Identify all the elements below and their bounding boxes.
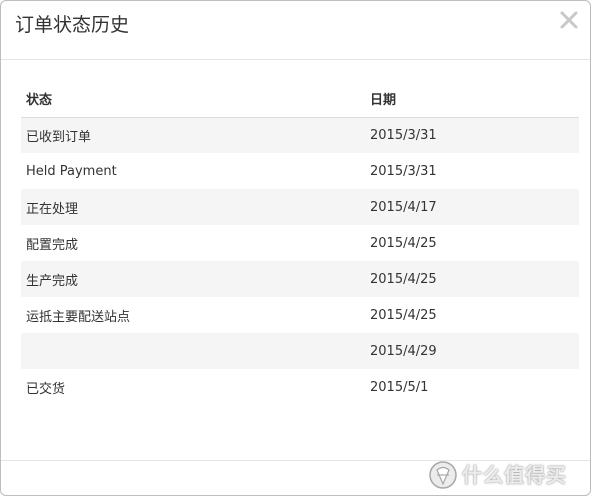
status-cell: Held Payment [26,163,117,179]
table-row: 生产完成 2015/4/25 [21,261,579,297]
table-row: 2015/4/29 [21,333,579,369]
watermark-text: 什么值得买 [462,463,567,487]
status-cell: 已收到订单 [21,117,365,153]
table-row: 正在处理 2015/4/17 [21,189,579,225]
column-header-date: 日期 [365,81,579,118]
close-button[interactable] [556,7,582,33]
table-row: 已收到订单 2015/3/31 [21,117,579,153]
dialog-title: 订单状态历史 [15,14,130,36]
table-row: Held Payment 2015/3/31 [21,153,579,189]
table-row: 已交货 2015/5/1 [21,369,579,405]
order-status-history-dialog: 订单状态历史 状态 日期 已收到订单 2015/3/31 Held Paymen… [0,0,591,496]
status-cell: 运抵主要配送站点 [26,309,131,325]
date-cell: 2015/4/29 [365,333,579,369]
column-header-status: 状态 [21,81,365,118]
table-row: 配置完成 2015/4/25 [21,225,579,261]
status-cell: 生产完成 [21,261,365,297]
status-history-table: 状态 日期 已收到订单 2015/3/31 Held Payment 2015/… [21,81,579,405]
smzdm-logo-icon [429,461,457,489]
status-cell [21,333,365,369]
date-cell: 2015/4/25 [365,261,579,297]
dialog-body: 状态 日期 已收到订单 2015/3/31 Held Payment 2015/… [21,81,579,405]
date-cell: 2015/4/25 [370,307,437,323]
date-cell: 2015/4/17 [365,189,579,225]
site-watermark: 什么值得买 [428,460,588,490]
date-cell: 2015/4/25 [370,235,437,251]
dialog-header: 订单状态历史 [1,1,590,60]
table-header-row: 状态 日期 [21,81,579,118]
status-cell: 正在处理 [21,189,365,225]
status-cell: 配置完成 [26,237,79,253]
date-cell: 2015/5/1 [370,379,429,395]
status-cell: 已交货 [26,381,66,397]
date-cell: 2015/3/31 [370,163,437,179]
close-icon [560,11,578,29]
table-row: 运抵主要配送站点 2015/4/25 [21,297,579,333]
date-cell: 2015/3/31 [365,117,579,153]
